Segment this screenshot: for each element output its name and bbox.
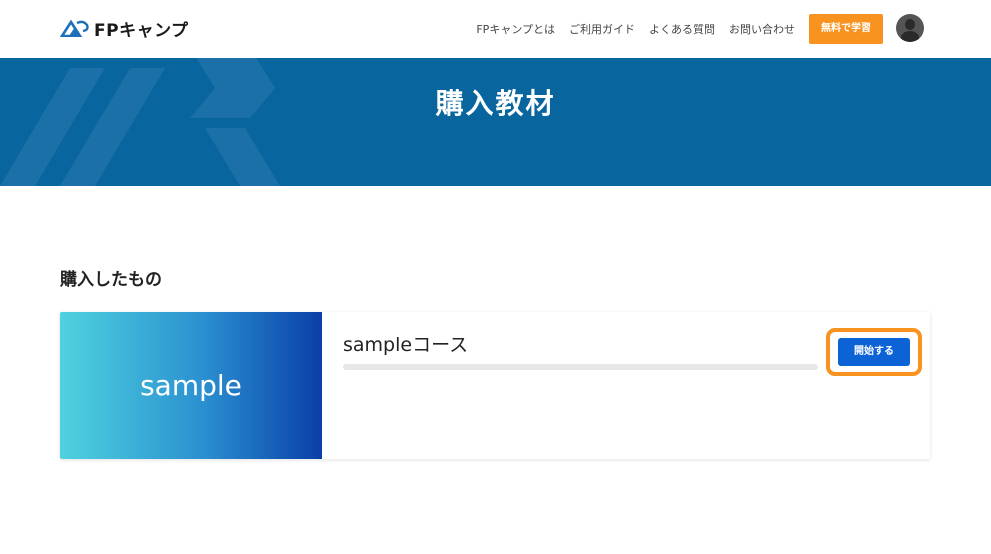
- page-hero: 購入教材: [0, 58, 991, 186]
- logo-text: FPキャンプ: [94, 20, 189, 41]
- avatar-body: [901, 31, 919, 42]
- site-logo[interactable]: FPキャンプ: [60, 16, 189, 41]
- start-course-button[interactable]: 開始する: [838, 338, 910, 366]
- nav-faq[interactable]: よくある質問: [649, 21, 715, 37]
- course-title: sampleコース: [343, 334, 469, 356]
- hero-decoration-icon: [0, 58, 280, 186]
- thumbnail-text: sample: [140, 369, 242, 402]
- course-card: sample sampleコース 開始する: [60, 312, 930, 459]
- course-progress-bar: [343, 364, 818, 370]
- main-nav: FPキャンプとは ご利用ガイド よくある質問 お問い合わせ 無料で学習: [462, 13, 883, 45]
- mountain-logo-icon: [60, 19, 89, 37]
- start-button-highlight: 開始する: [826, 328, 922, 376]
- nav-guide[interactable]: ご利用ガイド: [569, 21, 635, 37]
- avatar-head: [905, 19, 915, 30]
- user-avatar-icon[interactable]: [896, 14, 924, 42]
- free-learning-button[interactable]: 無料で学習: [809, 14, 883, 44]
- course-thumbnail[interactable]: sample: [60, 312, 322, 459]
- page-title: 購入教材: [435, 87, 556, 120]
- nav-about[interactable]: FPキャンプとは: [476, 21, 555, 37]
- section-title: 購入したもの: [60, 270, 162, 290]
- site-header: FPキャンプ FPキャンプとは ご利用ガイド よくある質問 お問い合わせ 無料で…: [0, 0, 991, 58]
- nav-contact[interactable]: お問い合わせ: [729, 21, 795, 37]
